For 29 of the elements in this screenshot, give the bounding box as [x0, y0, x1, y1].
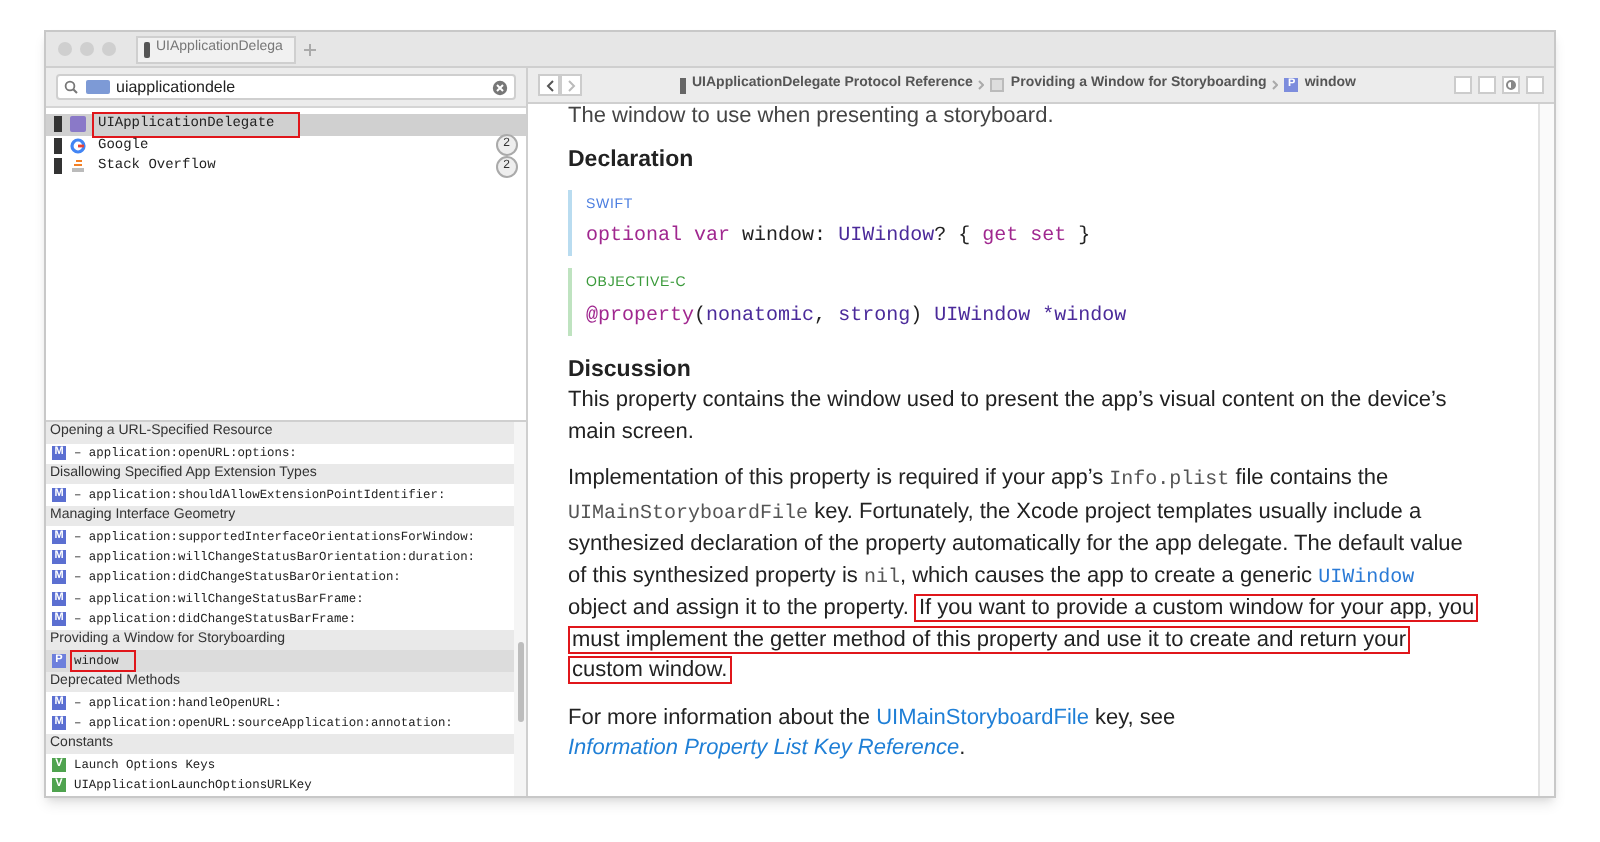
chevron-left-icon — [545, 79, 553, 91]
intro-text: The window to use when presenting a storyboard. — [568, 104, 1056, 130]
paragraph: This property contains the window used to present the app’s visual content on the device’s main screen. — [568, 386, 1449, 447]
scrollbar-thumb[interactable] — [517, 642, 523, 722]
section-heading: Declaration — [568, 146, 696, 176]
paragraph: For more information about the UIMainStoryboardFile key, see Information Property List Key Reference. — [568, 703, 1178, 764]
device-icon — [144, 41, 150, 57]
section-heading: Discussion — [568, 355, 693, 385]
chevron-right-icon — [978, 80, 985, 90]
code-link[interactable]: UIWindow — [1318, 567, 1415, 589]
chevron-right-icon — [567, 79, 575, 91]
chevron-right-icon — [1272, 80, 1279, 90]
plus-icon[interactable] — [304, 43, 316, 55]
paragraph: Implementation of this property is required if your app’s Info.plist file contains the UIMainStoryboardFile key. Fortunately, the Xcode project templates usually include a synthesized declaration of the property automatically for the app delegate. The default value of this synthesized property is nil, which causes the app to create a generic UIWindow object and assign it to the property. If you want to provide a custom window for your app, you must implement the getter method of this property and use it to create and return your custom window. — [568, 464, 1478, 687]
protocol-icon — [70, 116, 86, 133]
document-icon — [990, 78, 1005, 92]
g-logo-icon — [70, 137, 86, 154]
device-scope-icon — [86, 80, 110, 94]
clear-icon[interactable] — [492, 79, 508, 95]
search-icon — [64, 80, 80, 94]
back-button[interactable] — [538, 74, 560, 96]
contrast-icon[interactable] — [1502, 76, 1520, 94]
search-field[interactable]: uiapplicationdele — [56, 74, 516, 100]
link[interactable]: Information Property List Key Reference — [568, 736, 960, 760]
link[interactable]: UIMainStoryboardFile — [876, 705, 1089, 729]
code-line: optional var window: UIWindow? { get set } — [586, 223, 1093, 252]
stack-icon — [70, 158, 86, 175]
code-line: @property(nonatomic, strong) UIWindow *window — [586, 303, 1129, 331]
device-icon — [680, 77, 686, 93]
